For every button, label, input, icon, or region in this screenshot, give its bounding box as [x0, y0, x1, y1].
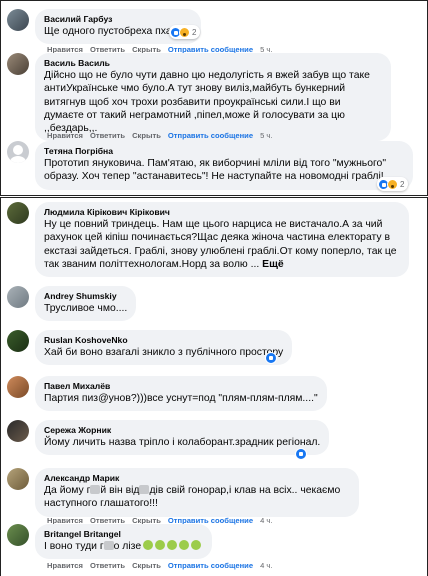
comment-text: Дійсно що не було чути давно цю недолугі… [44, 70, 370, 135]
comment: Тетяна Погрібна Прототип януковича. Пам'… [7, 141, 427, 195]
comment-author[interactable]: Александр Марик [44, 473, 350, 484]
comment-author[interactable]: Andrey Shumskiy [44, 291, 127, 302]
nauseated-face-icon [179, 540, 190, 550]
reply-link[interactable]: Ответить [90, 131, 125, 140]
avatar[interactable] [7, 202, 29, 224]
comment-actions: Нравится Ответить Скрыть Отправить сообщени… [47, 561, 279, 570]
comment: Александр Марик Да йому гй він від дів св… [7, 468, 427, 526]
comment-bubble: Людмила Кірікович Кірікович Ну це повний… [35, 202, 409, 278]
like-link[interactable]: Нравится [47, 561, 83, 570]
comment-bubble: Александр Марик Да йому гй він від дів св… [35, 468, 359, 517]
emoji-group [143, 540, 203, 553]
avatar[interactable] [7, 286, 29, 308]
send-message-link[interactable]: Отправить сообщение [168, 561, 253, 570]
avatar[interactable] [7, 330, 29, 352]
comment-author[interactable]: Василий Гарбуз [44, 14, 192, 25]
comment-text: Трусливое чмо.... [44, 303, 128, 314]
like-link[interactable]: Нравится [47, 131, 83, 140]
nauseated-face-icon [191, 540, 202, 550]
reply-link[interactable]: Ответить [90, 561, 125, 570]
comments-panel-top: Василий Гарбуз Ще одного пустобреха пхаю… [0, 0, 428, 196]
wow-reaction-icon [179, 26, 190, 38]
comment-bubble: Ruslan KoshoveNko Хай би воно взагалі зн… [35, 330, 293, 366]
comment: Andrey Shumskiy Трусливое чмо.... [7, 286, 427, 322]
send-message-link[interactable]: Отправить сообщение [168, 131, 253, 140]
reaction-count[interactable]: 2 [169, 25, 201, 39]
comment-bubble: Britangel Britangel І воно туди го лізе [35, 524, 213, 560]
like-reaction-icon[interactable] [265, 352, 277, 364]
comment: Ruslan KoshoveNko Хай би воно взагалі зн… [7, 330, 427, 366]
comment-time[interactable]: 4 ч. [260, 561, 272, 570]
reaction-count[interactable]: 2 [377, 177, 409, 191]
comment-bubble: Тетяна Погрібна Прототип януковича. Пам'… [35, 141, 413, 190]
avatar[interactable] [7, 376, 29, 398]
comment: Людмила Кірікович Кірікович Ну це повний… [7, 202, 427, 278]
comment-author[interactable]: Ruslan KoshoveNko [44, 335, 283, 346]
comment: Павел Михалёв Партия пиз@унов?)))все усн… [7, 376, 427, 412]
reaction-number: 2 [192, 27, 197, 37]
avatar[interactable] [7, 420, 29, 442]
censored-text [90, 485, 101, 494]
comment-text: І воно туди го лізе [44, 540, 203, 553]
comment-text: Партия пиз@унов?)))все уснут=под "плям-п… [44, 393, 318, 404]
nauseated-face-icon [167, 540, 178, 550]
comment-actions: Нравится Ответить Скрыть Отправить сообщени… [47, 131, 279, 140]
comment-author[interactable]: Britangel Britangel [44, 529, 203, 540]
avatar[interactable] [7, 9, 29, 31]
avatar[interactable] [7, 53, 29, 75]
avatar[interactable] [7, 141, 29, 163]
censored-text [139, 485, 150, 494]
comment-time[interactable]: 5 ч. [260, 131, 272, 140]
comment-author[interactable]: Сережа Жорник [44, 425, 320, 436]
comment-bubble: Василь Василь Дійсно що не було чути дав… [35, 53, 391, 142]
comment: Василий Гарбуз Ще одного пустобреха пхаю… [7, 9, 427, 59]
comment-author[interactable]: Павел Михалёв [44, 381, 318, 392]
comment-text: Прототип януковича. Пам'ятаю, як виборчи… [44, 158, 387, 183]
comment-author[interactable]: Тетяна Погрібна [44, 146, 404, 157]
see-more-link[interactable]: Ещё [262, 259, 283, 270]
comment: Сережа Жорник Йому личить назва тріпло і… [7, 420, 427, 460]
comment: Василь Василь Дійсно що не було чути дав… [7, 53, 427, 142]
comment-text: Йому личить назва тріпло і колаборант.зр… [44, 437, 321, 448]
comment-text: Да йому гй він від дів свій гонорар,і кла… [44, 485, 341, 510]
comment-text: Ну це повний триндець. Нам ще цього нарц… [44, 219, 397, 270]
hide-link[interactable]: Скрыть [132, 561, 161, 570]
comment-author[interactable]: Людмила Кірікович Кірікович [44, 207, 400, 218]
wow-reaction-icon [387, 178, 398, 190]
comment-bubble: Сережа Жорник Йому личить назва тріпло і… [35, 420, 330, 456]
avatar[interactable] [7, 524, 29, 546]
like-reaction-icon[interactable] [295, 448, 307, 460]
comment-bubble: Andrey Shumskiy Трусливое чмо.... [35, 286, 137, 322]
hide-link[interactable]: Скрыть [132, 131, 161, 140]
comment-text: Хай би воно взагалі зникло з публічного … [44, 347, 284, 358]
avatar[interactable] [7, 468, 29, 490]
nauseated-face-icon [155, 540, 166, 550]
comment: Britangel Britangel І воно туди го лізе … [7, 524, 427, 574]
nauseated-face-icon [143, 540, 154, 550]
comments-panel-bottom: Людмила Кірікович Кірікович Ну це повний… [0, 197, 428, 576]
comment-bubble: Павел Михалёв Партия пиз@унов?)))все усн… [35, 376, 327, 412]
comment-author[interactable]: Василь Василь [44, 58, 382, 69]
censored-text [103, 541, 114, 550]
reaction-number: 2 [400, 179, 405, 189]
